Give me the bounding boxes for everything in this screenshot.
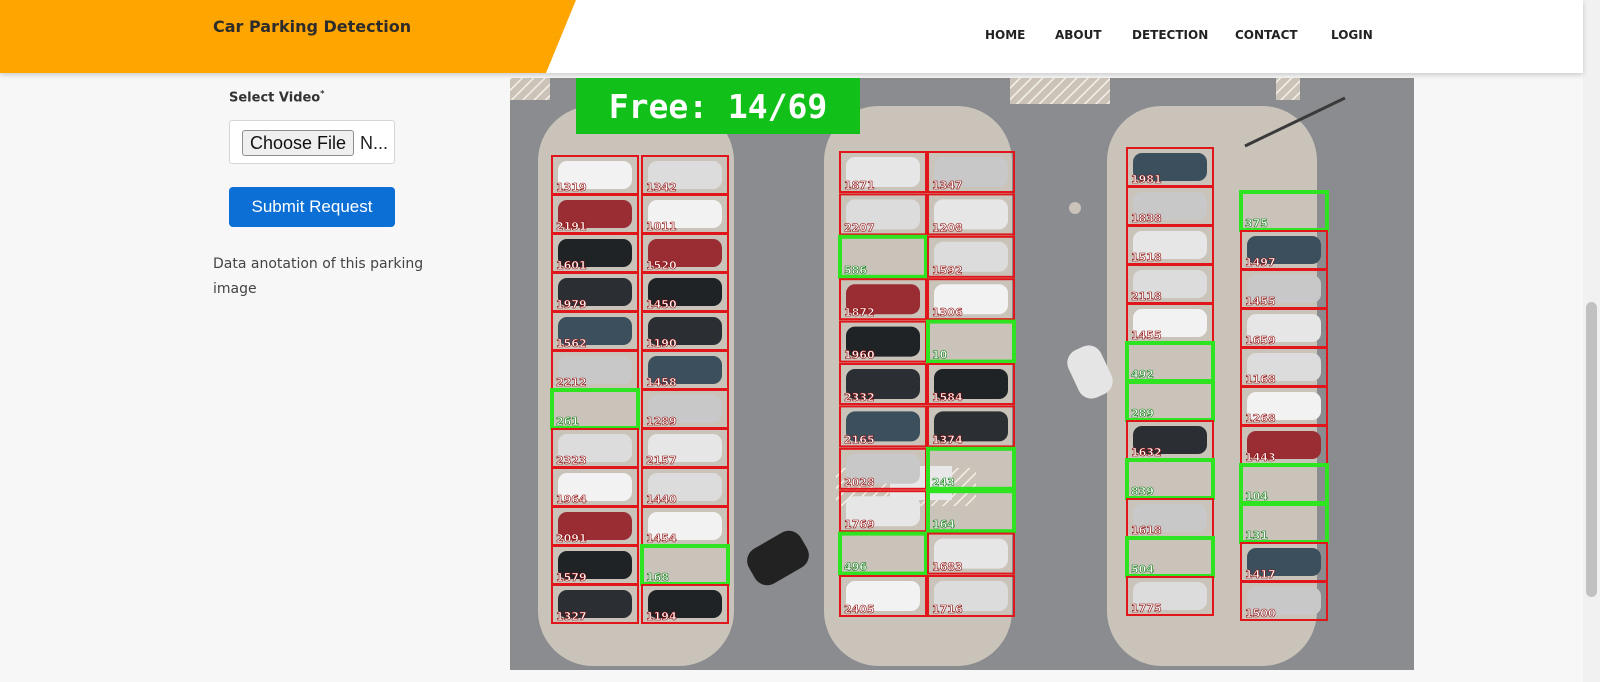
spot-id-label: 586 bbox=[844, 264, 867, 277]
spot-id-label: 1562 bbox=[556, 337, 587, 350]
spot-id-label: 1497 bbox=[1245, 256, 1276, 269]
spot-id-label: 2091 bbox=[556, 532, 587, 545]
spot-id-label: 1342 bbox=[646, 181, 677, 194]
spot-id-label: 375 bbox=[1245, 217, 1268, 230]
spot-id-label: 289 bbox=[1131, 407, 1154, 420]
spot-id-label: 1347 bbox=[932, 179, 963, 192]
spot-id-label: 1683 bbox=[932, 561, 963, 574]
free-counter-text: Free: 14/69 bbox=[609, 87, 828, 126]
scrollbar-thumb[interactable] bbox=[1586, 302, 1597, 597]
spot-id-label: 1417 bbox=[1245, 568, 1276, 581]
spot-id-label: 496 bbox=[844, 561, 867, 574]
spot-id-label: 168 bbox=[646, 571, 669, 584]
choose-file-button[interactable]: Choose File bbox=[242, 130, 354, 156]
spot-id-label: 2191 bbox=[556, 220, 587, 233]
hatched-area bbox=[1276, 78, 1300, 100]
spot-id-label: 1618 bbox=[1131, 524, 1162, 537]
spot-id-label: 1584 bbox=[932, 391, 963, 404]
spot-id-label: 1458 bbox=[646, 376, 677, 389]
parking-detection-image: 1319 2191 1601 1979 1562 2212 261 2323 1964 2091 1… bbox=[510, 78, 1414, 670]
select-video-label: Select Video* bbox=[229, 89, 324, 105]
spot-id-label: 1455 bbox=[1131, 329, 1162, 342]
spot-id-label: 1979 bbox=[556, 298, 587, 311]
spot-id-label: 2207 bbox=[844, 221, 875, 234]
spot-id-label: 1592 bbox=[932, 264, 963, 277]
nav-about[interactable]: ABOUT bbox=[1055, 28, 1102, 42]
spot-id-label: 2028 bbox=[844, 476, 875, 489]
spot-id-label: 1454 bbox=[646, 532, 677, 545]
spot-id-label: 2212 bbox=[556, 376, 587, 389]
spot-id-label: 1440 bbox=[646, 493, 677, 506]
spot-id-label: 10 bbox=[932, 349, 948, 362]
nav-home[interactable]: HOME bbox=[985, 28, 1025, 42]
spot-id-label: 1306 bbox=[932, 306, 963, 319]
file-input[interactable]: Choose File N... bbox=[229, 120, 395, 164]
spot-id-label: 1455 bbox=[1245, 295, 1276, 308]
main-nav: HOME ABOUT DETECTION CONTACT LOGIN bbox=[0, 28, 1583, 48]
spot-id-label: 1190 bbox=[646, 337, 677, 350]
spot-id-label: 1872 bbox=[844, 306, 875, 319]
hatched-area bbox=[510, 78, 550, 100]
spot-id-label: 2332 bbox=[844, 391, 875, 404]
select-video-label-text: Select Video bbox=[229, 90, 321, 106]
spot-id-label: 1579 bbox=[556, 571, 587, 584]
spot-id-label: 1443 bbox=[1245, 451, 1276, 464]
site-header: Car Parking Detection HOME ABOUT DETECTI… bbox=[0, 0, 1583, 73]
spot-id-label: 1964 bbox=[556, 493, 587, 506]
required-mark: * bbox=[320, 89, 325, 98]
spot-id-label: 1769 bbox=[844, 518, 875, 531]
spot-id-label: 1981 bbox=[1131, 173, 1162, 186]
spot-id-label: 1268 bbox=[1245, 412, 1276, 425]
spot-id-label: 131 bbox=[1245, 529, 1268, 542]
cart bbox=[1069, 202, 1081, 214]
submit-request-button[interactable]: Submit Request bbox=[229, 187, 395, 227]
spot-id-label: 261 bbox=[556, 415, 579, 428]
spot-id-label: 1601 bbox=[556, 259, 587, 272]
spot-id-label: 1632 bbox=[1131, 446, 1162, 459]
spot-id-label: 2323 bbox=[556, 454, 587, 467]
spot-id-label: 839 bbox=[1131, 485, 1154, 498]
nav-contact[interactable]: CONTACT bbox=[1235, 28, 1298, 42]
spot-id-label: 2157 bbox=[646, 454, 677, 467]
spot-id-label: 164 bbox=[932, 518, 955, 531]
spot-id-label: 1450 bbox=[646, 298, 677, 311]
spot-id-label: 2118 bbox=[1131, 290, 1162, 303]
hatched-area bbox=[1040, 78, 1110, 104]
data-annotation-description: Data anotation of this parking image bbox=[213, 256, 424, 297]
spot-id-label: 1168 bbox=[1245, 373, 1276, 386]
spot-id-label: 1194 bbox=[646, 610, 677, 623]
spot-id-label: 2405 bbox=[844, 603, 875, 616]
spot-id-label: 1327 bbox=[556, 610, 587, 623]
spot-id-label: 1319 bbox=[556, 181, 587, 194]
spot-id-label: 1208 bbox=[932, 221, 963, 234]
spot-id-label: 2165 bbox=[844, 433, 875, 446]
spot-id-label: 1289 bbox=[646, 415, 677, 428]
spot-id-label: 1500 bbox=[1245, 607, 1276, 620]
vertical-scrollbar[interactable] bbox=[1583, 0, 1600, 682]
spot-id-label: 104 bbox=[1245, 490, 1268, 503]
spot-id-label: 1520 bbox=[646, 259, 677, 272]
spot-id-label: 1838 bbox=[1131, 212, 1162, 225]
spot-id-label: 1871 bbox=[844, 179, 875, 192]
spot-id-label: 1775 bbox=[1131, 602, 1162, 615]
nav-login[interactable]: LOGIN bbox=[1331, 28, 1373, 42]
spot-id-label: 1518 bbox=[1131, 251, 1162, 264]
spot-id-label: 1374 bbox=[932, 433, 963, 446]
parking-lot-canvas: 1319 2191 1601 1979 1562 2212 261 2323 1964 2091 1… bbox=[510, 78, 1414, 670]
spot-id-label: 1716 bbox=[932, 603, 963, 616]
spot-id-label: 492 bbox=[1131, 368, 1154, 381]
spot-id-label: 1960 bbox=[844, 349, 875, 362]
spot-id-label: 504 bbox=[1131, 563, 1154, 576]
spot-id-label: 1011 bbox=[646, 220, 677, 233]
file-name-text: N... bbox=[360, 133, 389, 153]
nav-detection[interactable]: DETECTION bbox=[1132, 28, 1208, 42]
spot-id-label: 1659 bbox=[1245, 334, 1276, 347]
spot-id-label: 243 bbox=[932, 476, 955, 489]
